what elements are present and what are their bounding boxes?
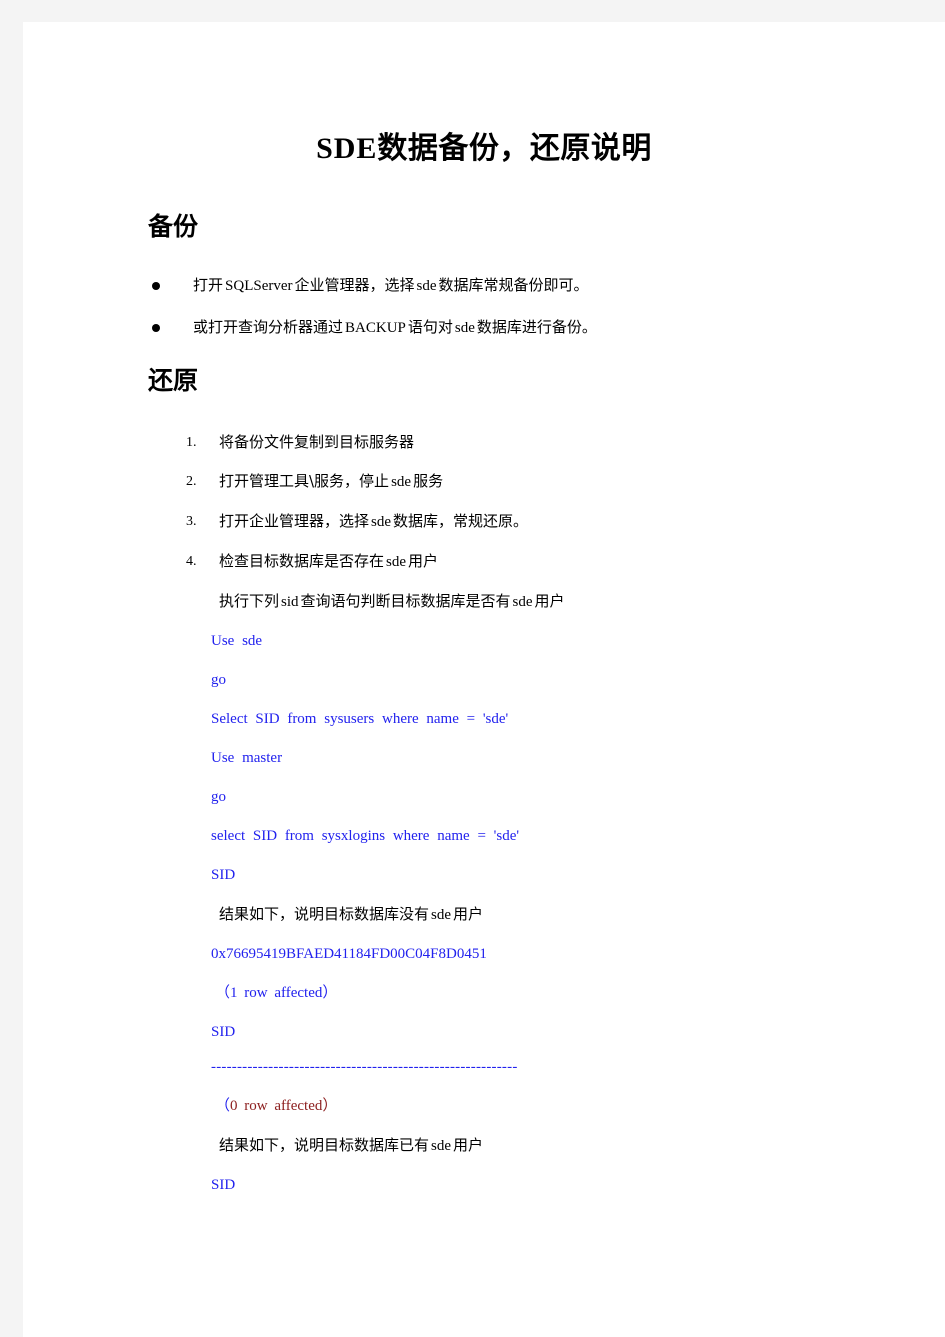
latin-run: sid xyxy=(281,593,299,610)
step-number: 3. xyxy=(186,513,197,529)
sql-line-use-master: Use master xyxy=(211,749,283,766)
backup-bullet-list: 打开 SQLServer 企业管理器，选择 sde 数据库常规备份即可。 或打开查询分析… xyxy=(23,278,945,336)
cjk-run: 数据库常规备份即可。 xyxy=(438,276,589,295)
rows-affected-count: 0 xyxy=(230,1097,238,1114)
step-number: 2. xyxy=(186,473,197,489)
cjk-run: 执行下列 xyxy=(219,591,280,610)
page-title-latin: SDE xyxy=(316,132,378,165)
step-number: 4. xyxy=(186,553,197,569)
rows-affected-2: （0 row affected） xyxy=(23,1097,945,1114)
latin-run: sde xyxy=(431,906,452,923)
cjk-run: 或打开查询分析器通过 xyxy=(193,318,344,337)
cjk-run: 查询语句判断目标数据库是否有 xyxy=(300,591,511,610)
restore-step-list: 1. 将备份文件复制到目标服务器 2. 打开管理工具\服务，停止 sde 服务 3.… xyxy=(23,433,945,570)
cjk-run: 企业管理器，选择 xyxy=(294,276,415,295)
page-title-cjk: 数据备份，还原说明 xyxy=(377,131,652,166)
latin-run: sde xyxy=(512,593,533,610)
sid-hex-value: 0x76695419BFAED41184FD00C04F8D0451 xyxy=(211,945,487,962)
latin-run: sde xyxy=(416,278,437,295)
bullet-disc-icon xyxy=(152,324,160,333)
list-item: 2. 打开管理工具\服务，停止 sde 服务 xyxy=(23,472,945,490)
sql-line-select-sysusers: Select SID from sysusers where name = 's… xyxy=(211,710,509,727)
step-text: 打开企业管理器，选择 sde 数据库，常规还原。 xyxy=(219,512,528,530)
rows-affected-prefix: （ xyxy=(215,984,231,1001)
cjk-run: 检查目标数据库是否存在 xyxy=(219,551,385,570)
step-text: 将备份文件复制到目标服务器 xyxy=(219,433,414,451)
list-item: 或打开查询分析器通过 BACKUP 语句对 sde 数据库进行备份。 xyxy=(23,320,945,336)
section-heading-backup: 备份 xyxy=(148,212,199,241)
latin-run: sde xyxy=(386,553,407,570)
cjk-run: 打开企业管理器，选择 xyxy=(219,511,370,530)
section-heading-restore: 还原 xyxy=(148,366,199,396)
page-title: SDE数据备份，还原说明 xyxy=(23,22,945,167)
step4-instruction: 执行下列 sid 查询语句判断目标数据库是否有 sde 用户 xyxy=(23,591,945,610)
sql-line-use-sde: Use sde xyxy=(211,632,263,649)
cjk-run: 服务 xyxy=(413,471,444,490)
cjk-run: 语句对 xyxy=(407,318,453,337)
bullet-text: 打开 SQLServer 企业管理器，选择 sde 数据库常规备份即可。 xyxy=(193,278,589,294)
rows-affected-suffix: row affected） xyxy=(237,984,338,1001)
cjk-run: 用户 xyxy=(453,1135,484,1154)
cjk-run: 数据库进行备份。 xyxy=(476,318,597,337)
result-note-no-sde-user: 结果如下，说明目标数据库没有 sde 用户 xyxy=(23,904,945,923)
latin-run: sde xyxy=(371,513,392,530)
cjk-run: 数据库，常规还原。 xyxy=(393,511,529,530)
result-column-header-1: SID xyxy=(211,866,236,883)
result-note-has-sde-user: 结果如下，说明目标数据库已有 sde 用户 xyxy=(23,1135,945,1154)
step-number: 1. xyxy=(186,434,197,450)
cjk-run: 打开 xyxy=(193,276,224,295)
cjk-run: 打开管理工具\服务，停止 xyxy=(219,471,390,490)
bullet-text: 或打开查询分析器通过 BACKUP 语句对 sde 数据库进行备份。 xyxy=(193,320,597,336)
list-item: 3. 打开企业管理器，选择 sde 数据库，常规还原。 xyxy=(23,512,945,530)
rows-affected-count: 1 xyxy=(230,984,238,1001)
latin-run: SQLServer xyxy=(225,278,293,295)
step-text: 检查目标数据库是否存在 sde 用户 xyxy=(219,552,438,570)
cjk-run: 结果如下，说明目标数据库没有 xyxy=(219,904,430,923)
document-page: SDE数据备份，还原说明 备份 打开 SQLServer 企业管理器，选择 sde 数据… xyxy=(23,22,945,1337)
cjk-run: 用户 xyxy=(453,904,484,923)
sql-line-go-1: go xyxy=(211,671,226,688)
list-item: 4. 检查目标数据库是否存在 sde 用户 xyxy=(23,552,945,570)
cjk-run: 将备份文件复制到目标服务器 xyxy=(219,432,415,451)
result-column-header-2: SID xyxy=(211,1023,236,1040)
latin-run: BACKUP xyxy=(345,320,406,337)
latin-run: sde xyxy=(454,320,475,337)
result-column-header-3: SID xyxy=(211,1176,236,1193)
list-item: 1. 将备份文件复制到目标服务器 xyxy=(23,433,945,451)
step-text: 打开管理工具\服务，停止 sde 服务 xyxy=(219,472,443,490)
latin-run: sde xyxy=(391,473,412,490)
cjk-run: 用户 xyxy=(534,591,565,610)
rows-affected-prefix: （ xyxy=(215,1097,231,1114)
result-separator-rule: ----------------------------------------… xyxy=(211,1059,518,1075)
latin-run: sde xyxy=(431,1137,452,1154)
sql-line-go-2: go xyxy=(211,788,226,805)
rows-affected-suffix: row affected） xyxy=(237,1097,338,1114)
bullet-disc-icon xyxy=(152,282,160,291)
cjk-run: 结果如下，说明目标数据库已有 xyxy=(219,1135,430,1154)
rows-affected-1: （1 row affected） xyxy=(23,984,945,1001)
sql-line-select-sysxlogins: select SID from sysxlogins where name = … xyxy=(211,827,520,844)
cjk-run: 用户 xyxy=(408,551,439,570)
list-item: 打开 SQLServer 企业管理器，选择 sde 数据库常规备份即可。 xyxy=(23,278,945,294)
